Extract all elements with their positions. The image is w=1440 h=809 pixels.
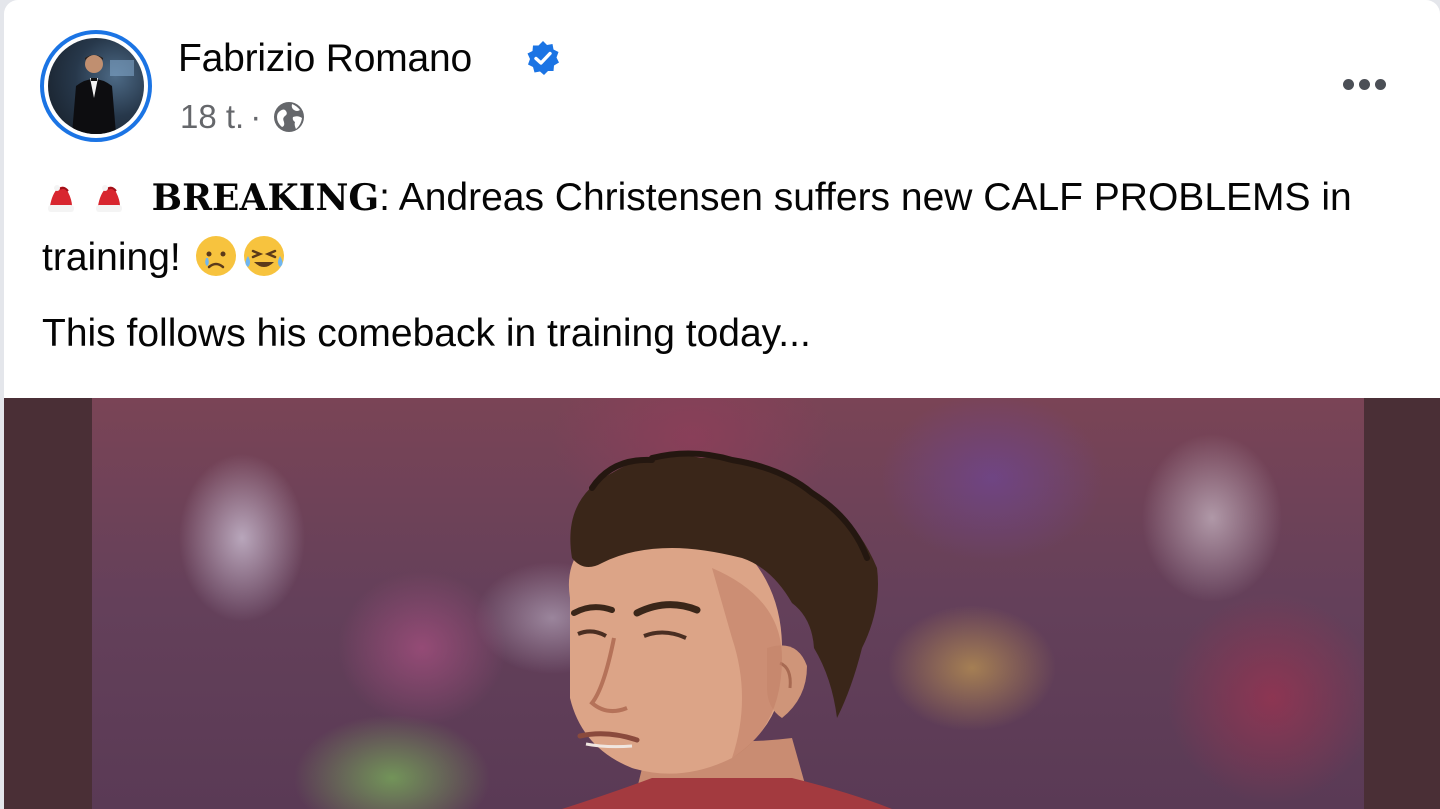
tears-of-joy-emoji-icon — [243, 236, 284, 276]
verified-badge-icon — [527, 41, 559, 75]
crying-face-emoji-icon — [195, 236, 236, 276]
red-hat-emoji-icon — [48, 185, 74, 212]
post-timestamp[interactable]: 18 t. — [180, 98, 244, 136]
red-hat-emoji-icon — [96, 185, 122, 212]
post-text: BREAKING: Andreas Christensen suffers ne… — [42, 168, 1422, 364]
avatar-image — [48, 38, 144, 134]
meta-separator: · — [250, 98, 262, 135]
author-name[interactable]: Fabrizio Romano — [178, 36, 472, 82]
globe-icon[interactable] — [271, 99, 307, 135]
more-options-button[interactable] — [1334, 66, 1394, 102]
author-avatar[interactable] — [40, 30, 152, 142]
more-dot — [1342, 78, 1354, 90]
more-dot — [1358, 78, 1370, 90]
facebook-post: Fabrizio Romano 18 t. · BREAKING: Andrea… — [4, 0, 1440, 809]
post-meta: 18 t. · — [180, 96, 307, 138]
player-photo — [562, 450, 892, 809]
more-dot — [1374, 78, 1386, 90]
post-text-line-2: This follows his comeback in training to… — [42, 312, 811, 355]
post-media[interactable] — [4, 398, 1440, 809]
post-photo[interactable] — [92, 398, 1364, 809]
post-text-line-1: BREAKING: Andreas Christensen suffers ne… — [42, 168, 1422, 288]
breaking-label: BREAKING — [151, 177, 380, 219]
